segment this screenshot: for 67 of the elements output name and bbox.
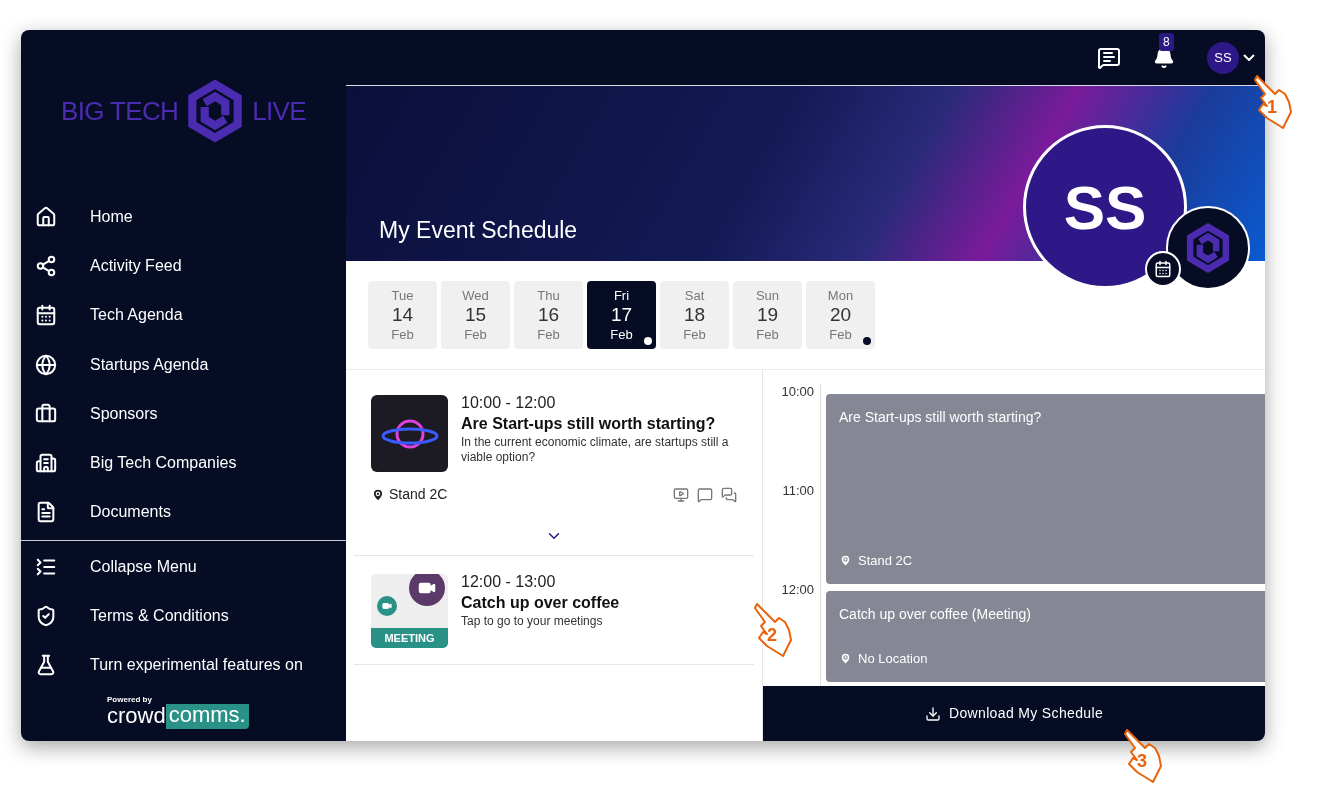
session-location: Stand 2C [389,485,448,504]
page-title: My Event Schedule [379,215,578,245]
briefcase-icon [35,402,57,425]
hour-label: 12:00 [781,582,814,599]
date-tab[interactable]: Fri 17 Feb [587,281,656,349]
date-tab[interactable]: Wed 15 Feb [441,281,510,349]
video-icon[interactable] [673,486,689,503]
home-icon [35,205,57,228]
brand-wordmark: crowd [107,705,166,728]
hour-label: 11:00 [782,483,814,500]
logo-text: LIVE [252,94,306,128]
session-time: 12:00 - 13:00 [461,572,557,592]
user-avatar: SS [1207,41,1239,74]
sidebar-nav-item[interactable]: Home [21,192,346,242]
building-icon [35,452,57,475]
comment-icon[interactable] [697,486,713,503]
location-pin-icon [371,487,385,502]
session-description: In the current economic climate, are startups still a viable option? [461,435,730,465]
document-icon [35,501,57,524]
notification-count: 8 [1159,32,1174,51]
location-pin-icon [839,553,852,567]
account-menu[interactable]: SS [1207,41,1255,74]
meeting-card[interactable]: MEETING 12:00 - 13:00 Catch up over coffee Tap to go to your meetings [354,556,754,665]
callout-number: 1 [1267,98,1277,116]
chat-icon[interactable] [1097,45,1121,70]
callout-number: 2 [767,626,777,644]
date-tab[interactable]: Sun 19 Feb [733,281,802,349]
calendar-event[interactable]: Catch up over coffee (Meeting) No Location [826,591,1265,682]
share-icon [35,254,57,277]
hour-label: 10:00 [781,384,814,401]
date-tab[interactable]: Thu 16 Feb [514,281,583,349]
session-description: Tap to go to your meetings [461,614,604,629]
sidebar-menu-item[interactable]: Collapse Menu [21,542,346,592]
callout-number: 3 [1137,752,1147,770]
flask-icon [35,654,57,677]
video-chat-bubble-icon [377,596,397,616]
sidebar-nav-item[interactable]: Big Tech Companies [21,438,346,488]
date-tab[interactable]: Tue 14 Feb [368,281,437,349]
calendar-icon [1154,260,1172,278]
date-tab[interactable]: Mon 20 Feb [806,281,875,349]
avatar-initials: SS [1063,171,1147,244]
date-tab[interactable]: Sat 18 Feb [660,281,729,349]
brand-wordmark-tag: comms. [165,703,249,729]
location-pin-icon [839,651,852,665]
download-schedule-button[interactable]: Download My Schedule [763,686,1265,741]
sidebar-nav-item[interactable]: Documents [21,487,346,538]
discussion-icon[interactable] [721,486,737,503]
globe-icon [35,353,57,376]
video-chat-bubble-icon [409,574,445,606]
session-time: 10:00 - 12:00 [461,393,557,413]
sidebar-nav-item[interactable]: Tech Agenda [21,290,346,340]
chevron-down-icon [1243,54,1255,61]
download-icon [924,705,941,722]
calendar-event[interactable]: Are Start-ups still worth starting? Stand 2C [826,394,1265,584]
shield-icon [35,605,57,627]
sidebar-menu-item[interactable]: Turn experimental features on [21,640,346,690]
sidebar-nav-item[interactable]: Startups Agenda [21,339,346,390]
session-title: Are Start-ups still worth starting? [461,414,717,434]
meeting-label: MEETING [371,628,448,648]
calendar-icon [35,304,57,327]
session-title: Catch up over coffee [461,593,620,613]
sidebar-menu-item[interactable]: Terms & Conditions [21,591,346,641]
powered-by-caption: Powered by [107,695,153,704]
sidebar-nav-item[interactable]: Activity Feed [21,241,346,291]
sidebar-nav-item[interactable]: Sponsors [21,389,346,439]
logo-text: BIG TECH [61,94,179,128]
session-card[interactable]: 10:00 - 12:00 Are Start-ups still worth starting? In the current economic climate, are startups still a viable option? Stand 2C [354,370,754,556]
